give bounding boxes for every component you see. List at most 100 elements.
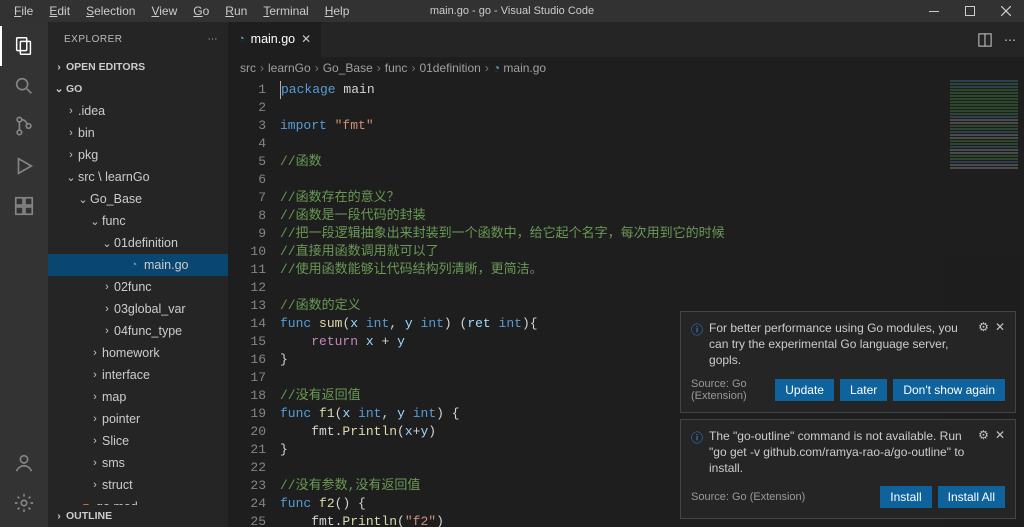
folder-root-label: GO	[66, 83, 82, 95]
notification: ⓘFor better performance using Go modules…	[680, 311, 1016, 413]
settings-activity[interactable]	[0, 483, 48, 523]
folder-02func[interactable]: ›02func	[48, 276, 228, 298]
line-number-gutter: 1234567891011121314151617181920212223242…	[228, 79, 280, 527]
folder-map[interactable]: ›map	[48, 386, 228, 408]
folder-func[interactable]: ⌄func	[48, 210, 228, 232]
more-editor-actions-icon[interactable]: ⋯	[1004, 33, 1016, 47]
breadcrumb-segment[interactable]: src	[240, 61, 256, 75]
tab-main-go[interactable]: ◔ main.go ✕	[228, 22, 321, 57]
update-button[interactable]: Update	[775, 379, 834, 401]
go-file-icon: ◔	[126, 259, 142, 271]
menu-help[interactable]: Help	[317, 0, 358, 22]
activity-bar	[0, 22, 48, 527]
install-all-button[interactable]: Install All	[938, 486, 1005, 508]
folder-pkg[interactable]: ›pkg	[48, 144, 228, 166]
gear-icon[interactable]: ⚙	[978, 428, 989, 442]
notification-message: The "go-outline" command is not availabl…	[709, 428, 966, 476]
info-icon: ⓘ	[691, 321, 703, 338]
breadcrumb-segment[interactable]: 01definition	[419, 61, 480, 75]
info-icon: ⓘ	[691, 429, 703, 446]
breadcrumb-segment[interactable]: ◔ main.go	[493, 61, 546, 75]
tree-item-label: func	[102, 214, 126, 228]
breadcrumbs[interactable]: src›learnGo›Go_Base›func›01definition›◔ …	[228, 57, 1024, 79]
folder-interface[interactable]: ›interface	[48, 364, 228, 386]
open-editors-label: OPEN EDITORS	[66, 61, 145, 73]
close-icon[interactable]: ✕	[995, 428, 1005, 442]
sidebar-header: EXPLORER ⋯	[48, 22, 228, 56]
run-debug-activity[interactable]	[0, 146, 48, 186]
tab-label: main.go	[251, 32, 295, 46]
breadcrumb-segment[interactable]: func	[385, 61, 408, 75]
folder-sms[interactable]: ›sms	[48, 452, 228, 474]
tree-item-label: bin	[78, 126, 95, 140]
breadcrumb-segment[interactable]: Go_Base	[323, 61, 373, 75]
folder-homework[interactable]: ›homework	[48, 342, 228, 364]
menu-edit[interactable]: Edit	[41, 0, 78, 22]
folder-src---learngo[interactable]: ⌄src \ learnGo	[48, 166, 228, 188]
tree-item-label: homework	[102, 346, 160, 360]
menu-selection[interactable]: Selection	[78, 0, 143, 22]
dont-show-button[interactable]: Don't show again	[893, 379, 1005, 401]
accounts-activity[interactable]	[0, 443, 48, 483]
explorer-activity[interactable]	[0, 26, 48, 66]
minimize-button[interactable]	[916, 0, 952, 22]
folder-root-header[interactable]: ⌄ GO	[48, 78, 228, 100]
explorer-sidebar: EXPLORER ⋯ › OPEN EDITORS ⌄ GO ›.idea›bi…	[48, 22, 228, 527]
editor-tabs: ◔ main.go ✕ ⋯	[228, 22, 1024, 57]
maximize-button[interactable]	[952, 0, 988, 22]
folder--idea[interactable]: ›.idea	[48, 100, 228, 122]
go-file-icon: ◔	[238, 33, 245, 45]
close-window-button[interactable]	[988, 0, 1024, 22]
tree-item-label: map	[102, 390, 126, 404]
notification: ⓘ The "go-outline" command is not availab…	[680, 419, 1016, 519]
window-controls	[916, 0, 1024, 22]
notification-source: Source: Go (Extension)	[691, 378, 775, 402]
folder-01definition[interactable]: ⌄01definition	[48, 232, 228, 254]
notification-source: Source: Go (Extension)	[691, 491, 880, 503]
tree-item-label: .idea	[78, 104, 105, 118]
tree-item-label: sms	[102, 456, 125, 470]
main-layout: EXPLORER ⋯ › OPEN EDITORS ⌄ GO ›.idea›bi…	[0, 22, 1024, 527]
menu-file[interactable]: File	[6, 0, 41, 22]
later-button[interactable]: Later	[840, 379, 887, 401]
titlebar: FileEditSelectionViewGoRunTerminalHelp m…	[0, 0, 1024, 22]
menu-bar: FileEditSelectionViewGoRunTerminalHelp	[0, 0, 357, 22]
folder-slice[interactable]: ›Slice	[48, 430, 228, 452]
file-main.go[interactable]: ◔main.go	[48, 254, 228, 276]
tree-item-label: pointer	[102, 412, 140, 426]
editor-area: ◔ main.go ✕ ⋯ src›learnGo›Go_Base›func›0…	[228, 22, 1024, 527]
folder-go_base[interactable]: ⌄Go_Base	[48, 188, 228, 210]
close-icon[interactable]: ✕	[995, 320, 1005, 334]
extensions-activity[interactable]	[0, 186, 48, 226]
folder-04func_type[interactable]: ›04func_type	[48, 320, 228, 342]
menu-view[interactable]: View	[143, 0, 185, 22]
file-tree: ›.idea›bin›pkg⌄src \ learnGo⌄Go_Base⌄fun…	[48, 100, 228, 505]
breadcrumb-segment[interactable]: learnGo	[268, 61, 311, 75]
gear-icon[interactable]: ⚙	[978, 320, 989, 334]
folder-bin[interactable]: ›bin	[48, 122, 228, 144]
folder-struct[interactable]: ›struct	[48, 474, 228, 496]
search-activity[interactable]	[0, 66, 48, 106]
window-title: main.go - go - Visual Studio Code	[430, 5, 594, 17]
split-editor-icon[interactable]	[978, 33, 992, 47]
outline-label: OUTLINE	[66, 510, 112, 522]
install-button[interactable]: Install	[880, 486, 931, 508]
close-tab-icon[interactable]: ✕	[301, 32, 311, 46]
file-go.mod[interactable]: ≡go.mod	[48, 496, 228, 505]
tree-item-label: 03global_var	[114, 302, 186, 316]
sidebar-title: EXPLORER	[64, 34, 208, 45]
menu-run[interactable]: Run	[217, 0, 255, 22]
open-editors-header[interactable]: › OPEN EDITORS	[48, 56, 228, 78]
tree-item-label: Slice	[102, 434, 129, 448]
tree-item-label: src \ learnGo	[78, 170, 150, 184]
editor-actions: ⋯	[978, 22, 1024, 57]
menu-terminal[interactable]: Terminal	[255, 0, 316, 22]
folder-03global_var[interactable]: ›03global_var	[48, 298, 228, 320]
source-control-activity[interactable]	[0, 106, 48, 146]
folder-pointer[interactable]: ›pointer	[48, 408, 228, 430]
code-content[interactable]: package main import "fmt" //函数 //函数存在的意义…	[280, 79, 725, 527]
outline-header[interactable]: › OUTLINE	[48, 505, 228, 527]
more-actions-icon[interactable]: ⋯	[208, 34, 219, 45]
menu-go[interactable]: Go	[185, 0, 217, 22]
tree-item-label: 01definition	[114, 236, 178, 250]
